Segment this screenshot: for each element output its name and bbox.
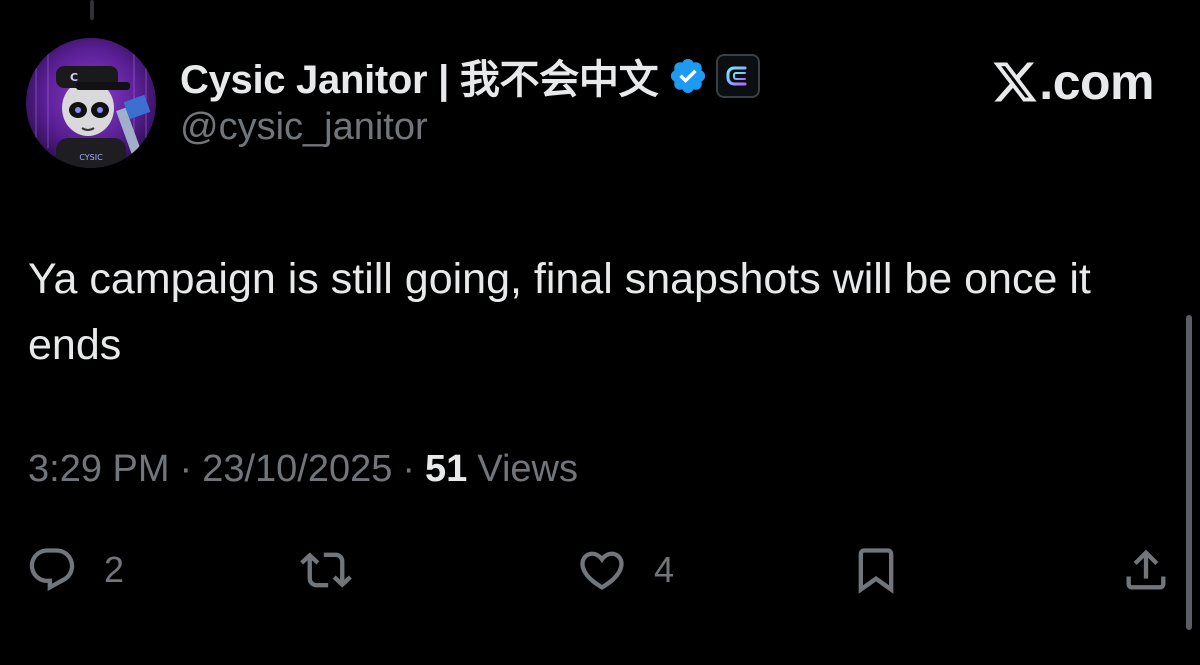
author-display-name[interactable]: Cysic Janitor | 我不会中文: [180, 47, 659, 105]
heart-icon: [580, 551, 624, 590]
scrollbar[interactable]: [1186, 315, 1192, 630]
cysic-logo-icon: [726, 66, 747, 86]
bookmark-button[interactable]: [850, 542, 902, 598]
avatar-image: CYSIC C: [26, 38, 156, 168]
repost-button[interactable]: [300, 542, 352, 598]
meta-separator: ·: [402, 448, 416, 490]
reply-button[interactable]: 2: [26, 542, 124, 598]
repost-icon: [300, 552, 352, 588]
share-button[interactable]: [1120, 542, 1172, 598]
bookmark-icon: [858, 548, 894, 594]
tweet-meta: 3:29 PM · 23/10/2025 · 51 Views: [28, 448, 578, 491]
name-row: Cysic Janitor | 我不会中文: [180, 47, 761, 105]
author-handle[interactable]: @cysic_janitor: [180, 106, 760, 149]
tweet-text: Ya campaign is still going, final snapsh…: [28, 255, 1091, 369]
svg-text:C: C: [70, 71, 78, 84]
thread-line: [90, 0, 94, 20]
reply-icon: [29, 548, 75, 592]
avatar[interactable]: CYSIC C: [26, 38, 156, 168]
svg-text:CYSIC: CYSIC: [79, 153, 103, 162]
views-label: Views: [477, 448, 578, 490]
like-button[interactable]: 4: [576, 542, 674, 598]
brand-watermark: .com: [991, 54, 1154, 110]
like-count: 4: [654, 549, 675, 590]
author-info: Cysic Janitor | 我不会中文 @cysic_janitor: [180, 47, 761, 149]
tweet-date[interactable]: 23/10/2025: [202, 448, 392, 491]
reply-count: 2: [104, 549, 125, 590]
tweet-time[interactable]: 3:29 PM: [28, 448, 170, 491]
x-logo-icon: [993, 62, 1037, 102]
brand-text: .com: [1039, 54, 1154, 110]
views-count: 51: [425, 448, 468, 490]
share-icon: [1126, 549, 1166, 590]
affiliate-badge[interactable]: [716, 54, 761, 98]
verified-badge-icon[interactable]: [668, 56, 708, 96]
meta-separator: ·: [179, 448, 193, 490]
